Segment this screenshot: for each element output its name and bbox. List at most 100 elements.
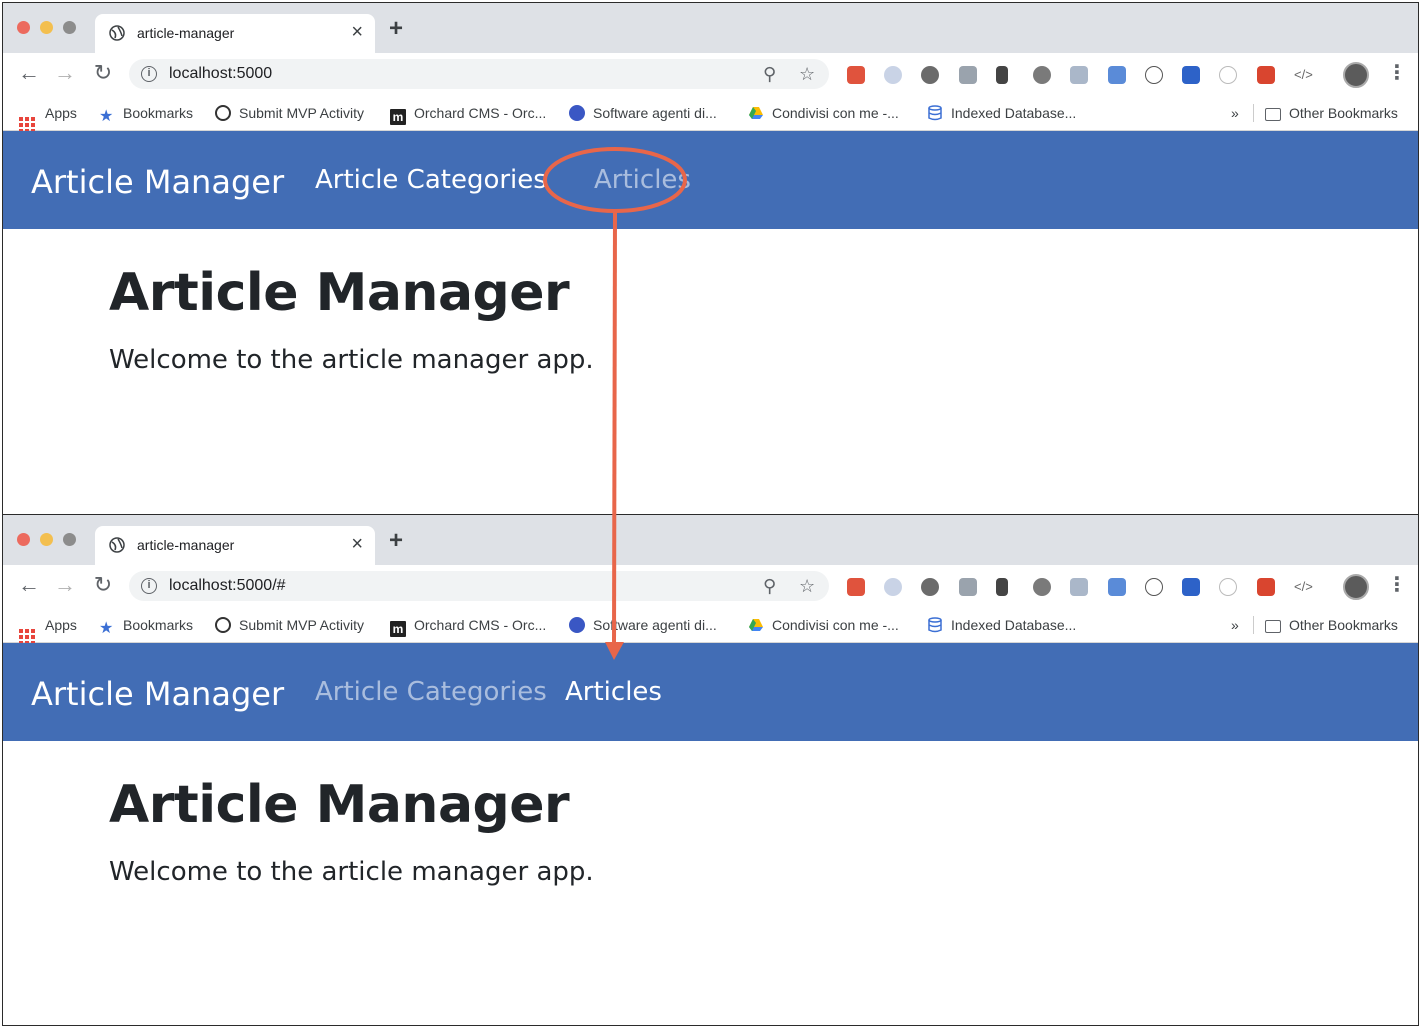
menu-dots-icon[interactable]: ⋮ — [1387, 62, 1407, 84]
drive-icon — [748, 617, 764, 633]
extension-icon[interactable] — [996, 66, 1008, 84]
bookmark-orchard[interactable]: m Orchard CMS - Orc... — [390, 103, 546, 125]
code-icon[interactable]: </> — [1294, 66, 1313, 84]
extension-icon[interactable] — [1070, 578, 1088, 596]
extension-icon[interactable] — [1108, 578, 1126, 596]
close-window-button[interactable] — [17, 533, 30, 546]
info-icon[interactable]: i — [141, 66, 157, 82]
bookmark-condivisi[interactable]: Condivisi con me -... — [748, 103, 899, 123]
nav-link-articles[interactable]: Articles — [565, 677, 662, 707]
extension-icon[interactable] — [1033, 66, 1051, 84]
bookmarks-overflow-button[interactable]: » — [1231, 103, 1239, 123]
folder-icon — [1265, 108, 1281, 121]
bookmark-software-agenti[interactable]: Software agenti di... — [569, 615, 717, 635]
code-icon[interactable]: </> — [1294, 578, 1313, 596]
extension-icon[interactable] — [1145, 578, 1163, 596]
bookmark-apps[interactable]: Apps — [19, 103, 77, 133]
bookmarks-separator — [1253, 616, 1254, 634]
extension-icon[interactable] — [1145, 66, 1163, 84]
bookmark-indexed-db[interactable]: Indexed Database... — [927, 103, 1076, 123]
navbar-brand[interactable]: Article Manager — [31, 675, 284, 713]
bookmark-submit-mvp[interactable]: Submit MVP Activity — [215, 615, 364, 635]
bookmarks-overflow-button[interactable]: » — [1231, 615, 1239, 635]
bookmark-software-agenti[interactable]: Software agenti di... — [569, 103, 717, 123]
extension-icon[interactable] — [1257, 578, 1275, 596]
zoom-window-button[interactable] — [63, 21, 76, 34]
minimize-window-button[interactable] — [40, 21, 53, 34]
tab-title: article-manager — [137, 537, 235, 553]
extension-icon[interactable] — [1033, 578, 1051, 596]
bookmark-bookmarks[interactable]: ★ Bookmarks — [99, 103, 193, 125]
tab-title: article-manager — [137, 25, 235, 41]
extension-icon[interactable] — [921, 578, 939, 596]
browser-toolbar: ← → ↻ i localhost:5000/# ⚲ ☆ </> ⋮ — [3, 565, 1418, 607]
tab-close-button[interactable]: × — [351, 21, 363, 43]
nav-link-article-categories[interactable]: Article Categories — [315, 677, 547, 707]
bookmark-condivisi[interactable]: Condivisi con me -... — [748, 615, 899, 635]
globe-icon — [215, 105, 231, 121]
profile-avatar[interactable] — [1343, 574, 1369, 600]
extension-icon[interactable] — [1182, 66, 1200, 84]
reload-button[interactable]: ↻ — [92, 62, 114, 84]
browser-tab[interactable]: article-manager × — [95, 526, 375, 565]
bookmark-apps[interactable]: Apps — [19, 615, 77, 645]
zoom-icon[interactable]: ⚲ — [763, 63, 776, 85]
new-tab-button[interactable]: + — [389, 529, 403, 553]
extension-icon[interactable] — [1182, 578, 1200, 596]
bookmark-bookmarks[interactable]: ★ Bookmarks — [99, 615, 193, 637]
minimize-window-button[interactable] — [40, 533, 53, 546]
browser-toolbar: ← → ↻ i localhost:5000 ⚲ ☆ </> ⋮ — [3, 53, 1418, 95]
url-text: localhost:5000 — [169, 65, 273, 82]
bookmark-submit-mvp[interactable]: Submit MVP Activity — [215, 103, 364, 123]
reload-button[interactable]: ↻ — [92, 574, 114, 596]
extension-icon[interactable] — [1257, 66, 1275, 84]
globe-icon — [215, 617, 231, 633]
extension-icon[interactable] — [1108, 66, 1126, 84]
extension-icon[interactable] — [884, 66, 902, 84]
bookmark-orchard[interactable]: m Orchard CMS - Orc... — [390, 615, 546, 637]
extension-icon[interactable] — [1219, 66, 1237, 84]
close-window-button[interactable] — [17, 21, 30, 34]
zoom-icon[interactable]: ⚲ — [763, 575, 776, 597]
bookmark-indexed-db[interactable]: Indexed Database... — [927, 615, 1076, 635]
extension-icon[interactable] — [847, 578, 865, 596]
bookmark-star-icon[interactable]: ☆ — [799, 63, 815, 85]
welcome-text: Welcome to the article manager app. — [109, 857, 594, 887]
globe-icon — [109, 537, 125, 553]
extension-icon[interactable] — [1070, 66, 1088, 84]
url-text: localhost:5000/# — [169, 577, 286, 594]
extension-icon[interactable] — [884, 578, 902, 596]
page-heading: Article Manager — [109, 263, 570, 323]
new-tab-button[interactable]: + — [389, 17, 403, 41]
bookmark-other[interactable]: Other Bookmarks — [1265, 103, 1398, 123]
forward-button[interactable]: → — [54, 574, 76, 596]
bookmark-star-icon[interactable]: ☆ — [799, 575, 815, 597]
address-bar[interactable]: i localhost:5000/# ⚲ ☆ — [129, 571, 829, 601]
star-icon: ★ — [99, 620, 114, 637]
zoom-window-button[interactable] — [63, 533, 76, 546]
extension-icon[interactable] — [959, 578, 977, 596]
folder-icon — [1265, 620, 1281, 633]
page-heading: Article Manager — [109, 775, 570, 835]
globe-icon — [109, 25, 125, 41]
menu-dots-icon[interactable]: ⋮ — [1387, 574, 1407, 596]
extension-icon[interactable] — [959, 66, 977, 84]
agent-icon — [569, 105, 585, 121]
bookmark-other[interactable]: Other Bookmarks — [1265, 615, 1398, 635]
extension-icon[interactable] — [921, 66, 939, 84]
back-button[interactable]: ← — [18, 574, 40, 596]
orchard-m-icon: m — [390, 621, 406, 637]
tab-close-button[interactable]: × — [351, 533, 363, 555]
forward-button[interactable]: → — [54, 62, 76, 84]
address-bar[interactable]: i localhost:5000 ⚲ ☆ — [129, 59, 829, 89]
navbar-brand[interactable]: Article Manager — [31, 163, 284, 201]
extension-icon[interactable] — [847, 66, 865, 84]
info-icon[interactable]: i — [141, 578, 157, 594]
profile-avatar[interactable] — [1343, 62, 1369, 88]
browser-tab[interactable]: article-manager × — [95, 14, 375, 53]
extension-icon[interactable] — [1219, 578, 1237, 596]
nav-link-articles[interactable]: Articles — [594, 165, 691, 195]
back-button[interactable]: ← — [18, 62, 40, 84]
nav-link-article-categories[interactable]: Article Categories — [315, 165, 547, 195]
extension-icon[interactable] — [996, 578, 1008, 596]
